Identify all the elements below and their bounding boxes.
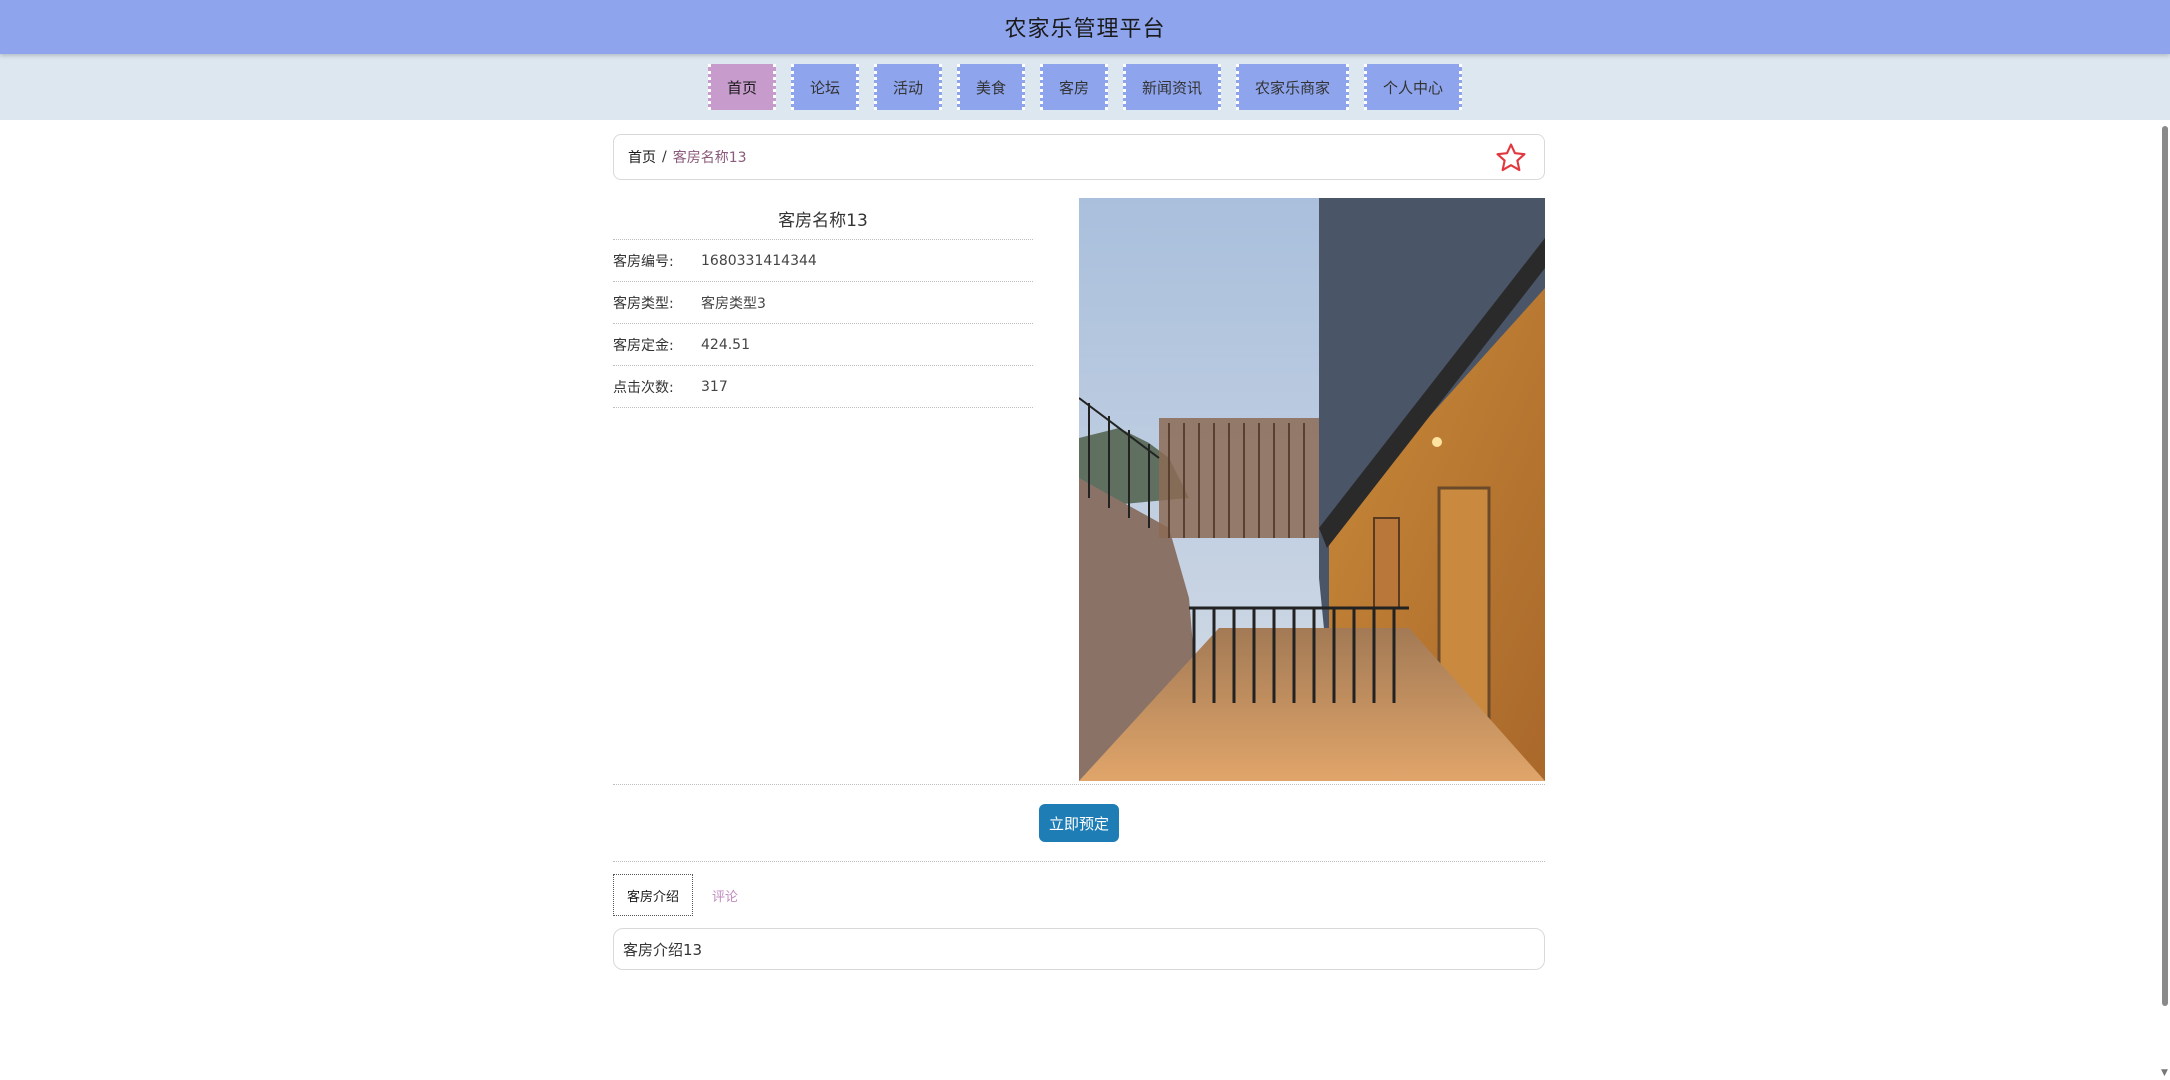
app-title: 农家乐管理平台 xyxy=(1004,17,1166,42)
main-content: 首页 / 客房名称13 客房名称13 客房编号: 1680331414344 客… xyxy=(613,134,1545,970)
star-outline-icon[interactable] xyxy=(1494,141,1528,175)
tab-content: 客房介绍13 xyxy=(613,928,1545,970)
breadcrumb-separator: / xyxy=(662,149,667,165)
room-number-value: 1680331414344 xyxy=(701,252,817,269)
click-count-value: 317 xyxy=(701,378,728,395)
tab-room-intro[interactable]: 客房介绍 xyxy=(613,874,694,916)
tab-comments[interactable]: 评论 xyxy=(699,874,751,916)
room-info-panel: 客房名称13 客房编号: 1680331414344 客房类型: 客房类型3 客… xyxy=(613,198,1033,408)
room-field-row: 客房类型: 客房类型3 xyxy=(613,282,1033,324)
nav-item-activities[interactable]: 活动 xyxy=(873,64,942,110)
room-intro-text: 客房介绍13 xyxy=(623,940,703,959)
nav-item-forum[interactable]: 论坛 xyxy=(790,64,859,110)
room-type-label: 客房类型: xyxy=(613,295,674,312)
room-detail: 客房名称13 客房编号: 1680331414344 客房类型: 客房类型3 客… xyxy=(613,180,1545,784)
detail-tabs: 客房介绍 评论 xyxy=(613,862,1545,920)
room-photo xyxy=(1079,198,1545,781)
click-count-label: 点击次数: xyxy=(613,379,674,396)
room-number-label: 客房编号: xyxy=(613,253,674,270)
nav-item-personal-center[interactable]: 个人中心 xyxy=(1364,64,1463,110)
chevron-down-icon[interactable]: ▼ xyxy=(2161,1068,2168,1078)
room-field-row: 客房编号: 1680331414344 xyxy=(613,240,1033,282)
room-deposit-value: 424.51 xyxy=(701,336,750,353)
room-name: 客房名称13 xyxy=(613,198,1033,240)
nav-item-food[interactable]: 美食 xyxy=(956,64,1025,110)
breadcrumb: 首页 / 客房名称13 xyxy=(613,134,1545,180)
app-header: 农家乐管理平台 xyxy=(0,0,2170,54)
room-field-row: 点击次数: 317 xyxy=(613,366,1033,408)
book-now-button[interactable]: 立即预定 xyxy=(1038,804,1119,842)
nav-item-rooms[interactable]: 客房 xyxy=(1040,64,1109,110)
breadcrumb-home-link[interactable]: 首页 xyxy=(628,147,656,167)
nav-item-home[interactable]: 首页 xyxy=(707,64,776,110)
booking-action-row: 立即预定 xyxy=(613,785,1545,861)
nav-item-merchants[interactable]: 农家乐商家 xyxy=(1236,64,1350,110)
nav-item-news[interactable]: 新闻资讯 xyxy=(1123,64,1222,110)
page-scrollbar[interactable]: ▼ xyxy=(2160,120,2170,1080)
main-nav: 首页 论坛 活动 美食 客房 新闻资讯 农家乐商家 个人中心 xyxy=(0,54,2170,120)
room-type-value: 客房类型3 xyxy=(701,295,766,312)
breadcrumb-current: 客房名称13 xyxy=(672,150,747,166)
room-field-row: 客房定金: 424.51 xyxy=(613,324,1033,366)
scrollbar-thumb[interactable] xyxy=(2162,126,2168,1006)
room-deposit-label: 客房定金: xyxy=(613,337,674,354)
